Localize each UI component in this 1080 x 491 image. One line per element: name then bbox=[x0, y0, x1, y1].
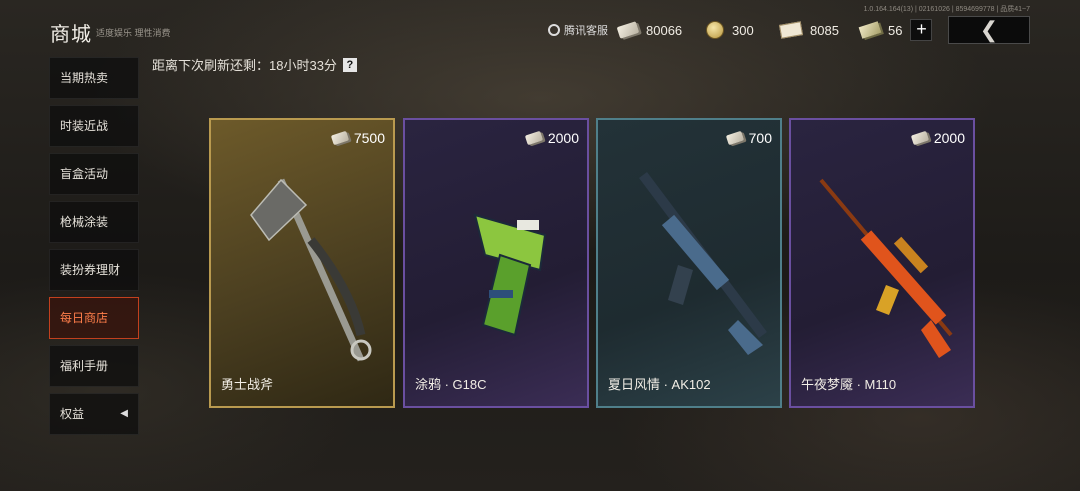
refresh-text: 距离下次刷新还剩：18小时33分 bbox=[152, 58, 337, 73]
sidebar-item-label: 每日商店 bbox=[60, 311, 109, 325]
sniper-image bbox=[819, 178, 953, 358]
axe-image bbox=[250, 178, 372, 362]
currency-ticket: 80066 bbox=[616, 18, 683, 42]
currency-voucher: 8085 bbox=[778, 18, 839, 42]
price-value: 700 bbox=[748, 130, 772, 146]
cash-icon bbox=[858, 21, 882, 39]
price-value: 2000 bbox=[933, 130, 965, 146]
help-button[interactable]: ? bbox=[342, 57, 357, 72]
page-title: 商城 bbox=[50, 24, 92, 46]
chevron-left-icon: ◀ bbox=[120, 408, 128, 419]
ticket-icon bbox=[910, 130, 929, 146]
support-icon bbox=[548, 24, 560, 36]
sidebar-item-label: 福利手册 bbox=[60, 359, 109, 373]
product-card-axe[interactable]: 7500 勇士战斧 bbox=[209, 118, 395, 408]
currency-value: 80066 bbox=[646, 22, 683, 38]
page-subtitle: 适度娱乐 理性消费 bbox=[96, 28, 171, 38]
ticket-icon bbox=[330, 130, 349, 146]
currency-coin: 300 bbox=[706, 18, 754, 42]
back-button[interactable]: ❮ bbox=[948, 16, 1030, 44]
sidebar-item-label: 装扮券理财 bbox=[60, 263, 121, 277]
ticket-icon bbox=[725, 130, 744, 146]
pistol-image bbox=[473, 213, 547, 337]
price-value: 7500 bbox=[353, 130, 385, 146]
coin-icon bbox=[706, 21, 724, 39]
price-value: 2000 bbox=[547, 130, 579, 146]
refresh-timer: 距离下次刷新还剩：18小时33分 ? bbox=[152, 55, 357, 74]
product-name: 勇士战斧 bbox=[221, 377, 274, 392]
sidebar-item-benefits[interactable]: 权益 ◀ bbox=[49, 393, 139, 435]
top-bar: 商城 适度娱乐 理性消费 1.0.164.164(13) | 02161026 … bbox=[0, 0, 1080, 60]
sidebar-item-label: 权益 bbox=[60, 407, 85, 421]
version-text: 1.0.164.164(13) | 02161026 | 8594699778 … bbox=[863, 6, 1030, 13]
currency-value: 300 bbox=[732, 22, 754, 38]
product-name: 涂鸦 · G18C bbox=[415, 377, 487, 392]
sidebar-item-hot-sale[interactable]: 当期热卖 bbox=[49, 57, 139, 99]
price-tag: 2000 bbox=[910, 130, 965, 146]
currency-cash: 56 + bbox=[858, 18, 933, 42]
ticket-icon bbox=[524, 130, 543, 146]
product-card-g18c[interactable]: 2000 涂鸦 · G18C bbox=[403, 118, 589, 408]
customer-service-button[interactable]: 腾讯客服 bbox=[548, 22, 608, 38]
product-name: 夏日风情 · AK102 bbox=[608, 377, 711, 392]
sidebar-item-welfare-manual[interactable]: 福利手册 bbox=[49, 345, 139, 387]
product-card-m110[interactable]: 2000 午夜梦魇 · M110 bbox=[789, 118, 975, 408]
ticket-icon bbox=[616, 21, 640, 39]
sidebar-item-label: 时装近战 bbox=[60, 119, 109, 133]
sidebar-item-daily-shop[interactable]: 每日商店 bbox=[49, 297, 139, 339]
product-name: 午夜梦魇 · M110 bbox=[801, 377, 897, 392]
sidebar: 当期热卖 时装近战 盲盒活动 枪械涂装 装扮券理财 每日商店 福利手册 权益 ◀ bbox=[49, 57, 139, 441]
rifle-image bbox=[639, 172, 767, 355]
currency-value: 56 bbox=[888, 22, 903, 38]
product-card-ak102[interactable]: 700 夏日风情 · AK102 bbox=[596, 118, 782, 408]
price-tag: 700 bbox=[725, 130, 772, 146]
sidebar-item-fashion-melee[interactable]: 时装近战 bbox=[49, 105, 139, 147]
sidebar-item-label: 当期热卖 bbox=[60, 71, 109, 85]
sidebar-item-label: 枪械涂装 bbox=[60, 215, 109, 229]
sidebar-item-blind-box[interactable]: 盲盒活动 bbox=[49, 153, 139, 195]
customer-service-label: 腾讯客服 bbox=[564, 25, 608, 37]
currency-value: 8085 bbox=[810, 22, 839, 38]
voucher-icon bbox=[778, 21, 804, 39]
add-currency-button[interactable]: + bbox=[910, 19, 933, 41]
back-arrow-icon: ❮ bbox=[979, 17, 999, 42]
price-tag: 7500 bbox=[330, 130, 385, 146]
sidebar-item-label: 盲盒活动 bbox=[60, 167, 109, 181]
sidebar-item-weapon-skins[interactable]: 枪械涂装 bbox=[49, 201, 139, 243]
price-tag: 2000 bbox=[524, 130, 579, 146]
sidebar-item-voucher-finance[interactable]: 装扮券理财 bbox=[49, 249, 139, 291]
